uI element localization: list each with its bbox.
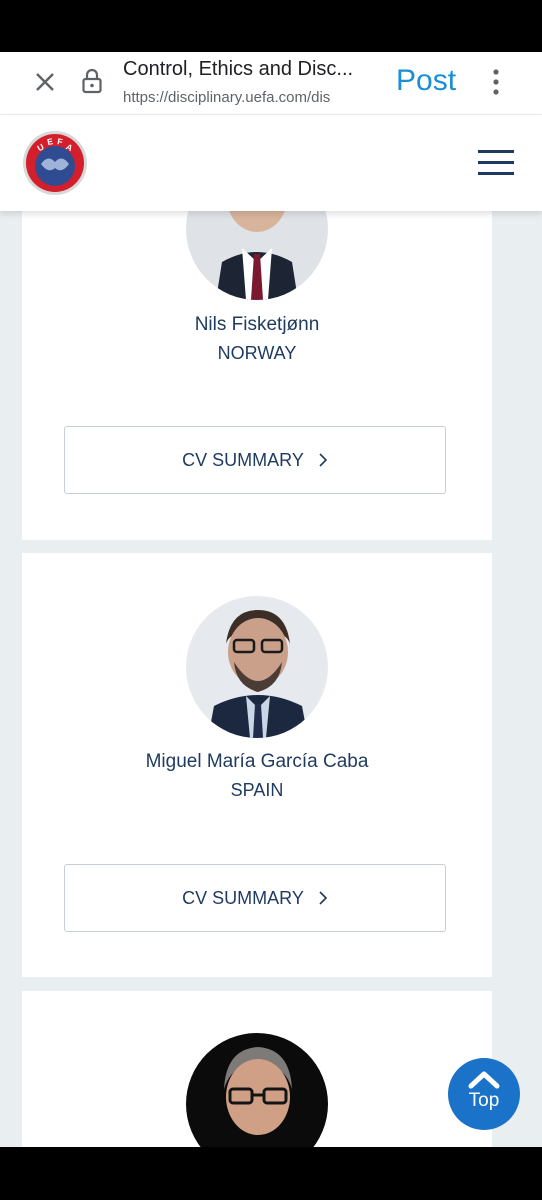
chevron-up-icon bbox=[468, 1071, 500, 1089]
member-name: Nils Fisketjønn bbox=[194, 314, 320, 335]
cv-summary-button[interactable]: CV SUMMARY bbox=[64, 426, 446, 494]
site-header: U E F A bbox=[0, 115, 542, 211]
lock-icon bbox=[82, 68, 102, 94]
member-country: NORWAY bbox=[217, 343, 297, 363]
hamburger-menu-icon[interactable] bbox=[478, 148, 514, 178]
url-display[interactable]: https://disciplinary.uefa.com/dis bbox=[123, 89, 381, 106]
member-card: Miguel María García Caba SPAIN CV SUMMAR… bbox=[22, 553, 492, 977]
member-name: Miguel María García Caba bbox=[145, 751, 369, 772]
uefa-logo[interactable]: U E F A bbox=[22, 130, 88, 196]
page-title: Control, Ethics and Disc... bbox=[123, 58, 354, 80]
cv-summary-button[interactable]: CV SUMMARY bbox=[64, 864, 446, 932]
cv-summary-label: CV SUMMARY bbox=[182, 887, 304, 908]
status-bar bbox=[0, 0, 542, 52]
member-card bbox=[22, 991, 492, 1175]
post-button[interactable]: Post bbox=[396, 64, 456, 98]
chevron-right-icon bbox=[319, 453, 327, 467]
navigation-bar bbox=[0, 1147, 542, 1200]
member-country: SPAIN bbox=[230, 780, 284, 800]
avatar bbox=[186, 596, 328, 738]
cv-summary-label: CV SUMMARY bbox=[182, 449, 304, 470]
scroll-top-label: Top bbox=[468, 1090, 500, 1111]
chevron-right-icon bbox=[319, 891, 327, 905]
more-vertical-icon[interactable] bbox=[490, 68, 502, 96]
scroll-top-button[interactable]: Top bbox=[448, 1058, 520, 1130]
close-icon[interactable] bbox=[33, 70, 57, 94]
